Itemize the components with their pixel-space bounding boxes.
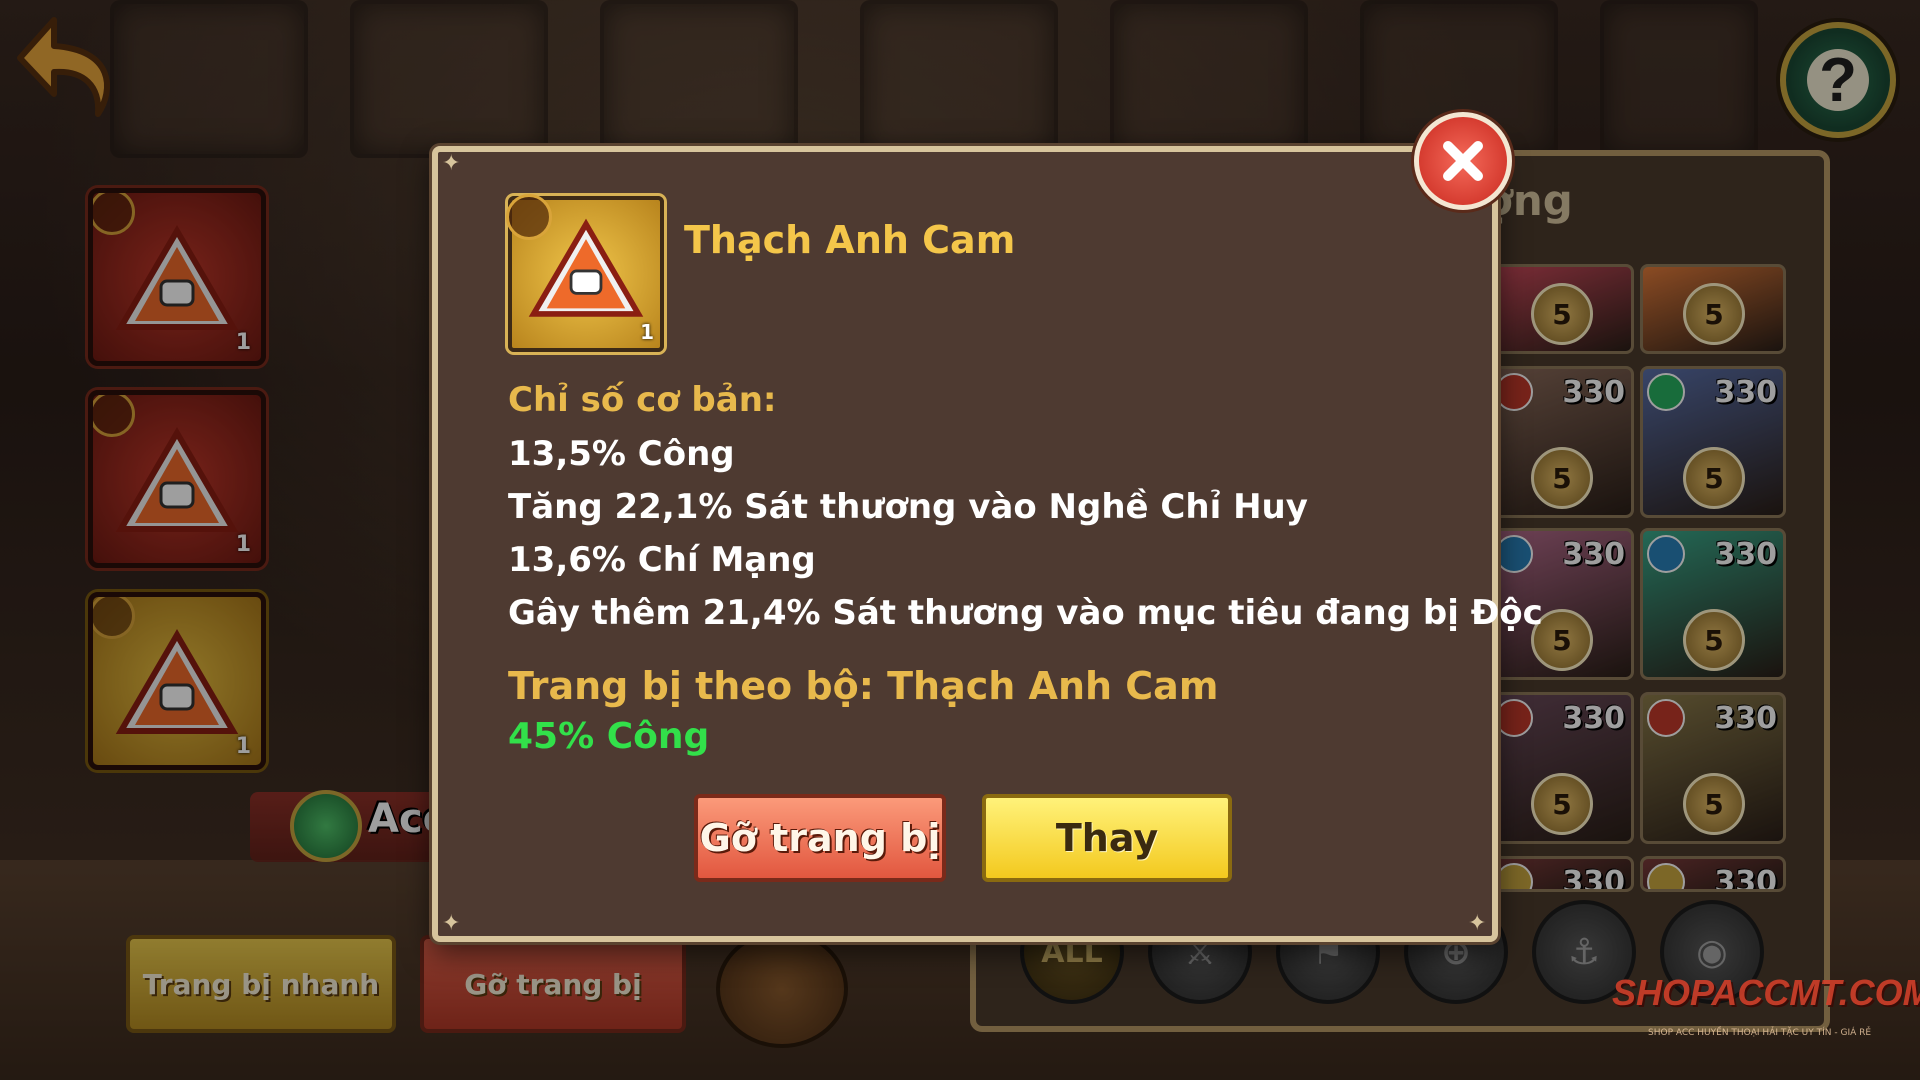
stat-line: 13,5% Công (508, 434, 735, 474)
stat-line: Gây thêm 21,4% Sát thương vào mục tiêu đ… (508, 593, 1543, 633)
close-button[interactable] (1414, 112, 1512, 210)
target-icon (506, 194, 552, 240)
set-bonus: 45% Công (508, 716, 710, 757)
corner-ornament: ✦ (442, 911, 461, 936)
item-quantity: 1 (640, 320, 654, 344)
replace-button[interactable]: Thay (982, 794, 1232, 882)
base-stats-label: Chỉ số cơ bản: (508, 380, 777, 420)
corner-ornament: ✦ (442, 151, 461, 176)
watermark-subtitle: SHOP ACC HUYỀN THOẠI HẢI TẶC UY TÍN - GI… (1648, 1028, 1872, 1038)
close-icon (1443, 141, 1483, 181)
set-label: Trang bị theo bộ: Thạch Anh Cam (508, 664, 1219, 708)
item-name: Thạch Anh Cam (684, 218, 1016, 262)
fist-triangle-icon (528, 218, 644, 317)
stat-line: Tăng 22,1% Sát thương vào Nghề Chỉ Huy (508, 487, 1308, 527)
corner-ornament: ✦ (1468, 911, 1487, 936)
unequip-button[interactable]: Gỡ trang bị (694, 794, 946, 882)
stat-line: 13,6% Chí Mạng (508, 540, 816, 580)
